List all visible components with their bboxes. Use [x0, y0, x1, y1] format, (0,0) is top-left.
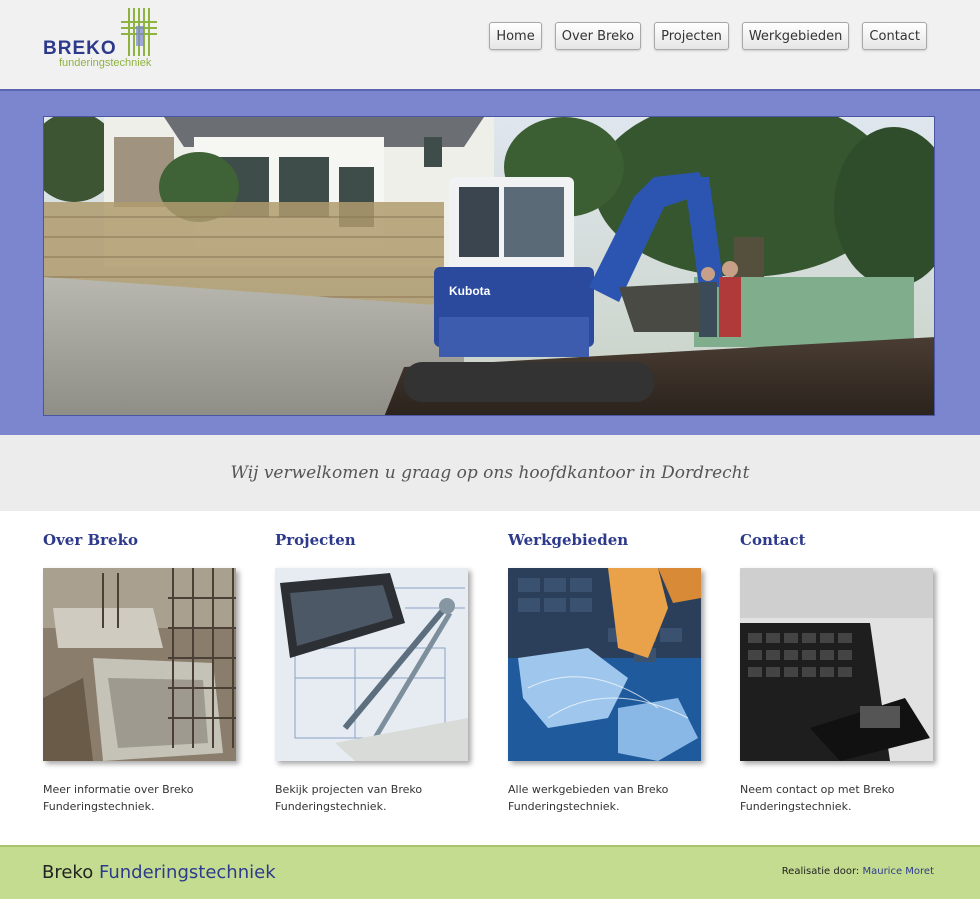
- site-header: BREKO funderingstechniek Home Over Breko…: [0, 0, 980, 89]
- svg-text:Kubota: Kubota: [449, 284, 491, 298]
- footer-credit-label: Realisatie door:: [781, 866, 860, 877]
- site-footer: Breko Funderingstechniek Realisatie door…: [0, 845, 980, 899]
- tagline-band: Wij verwelkomen u graag op ons hoofdkant…: [0, 435, 980, 511]
- tagline-text: Wij verwelkomen u graag op ons hoofdkant…: [230, 463, 750, 483]
- hero-photo-excavator: Kubota: [43, 116, 935, 416]
- footer-brand: Breko Funderingstechniek: [42, 862, 276, 883]
- over-breko-title[interactable]: Over Breko: [43, 531, 138, 549]
- projecten-image[interactable]: [275, 568, 468, 761]
- nav-home-button[interactable]: Home: [489, 22, 542, 50]
- projecten-text: Bekijk projecten van Breko Funderingstec…: [275, 783, 423, 813]
- over-breko-text: Meer informatie over Breko Funderingstec…: [43, 783, 194, 813]
- site-logo[interactable]: BREKO funderingstechniek: [43, 8, 183, 72]
- nav-projecten-button[interactable]: Projecten: [654, 22, 729, 50]
- footer-brand-name: Breko: [42, 862, 94, 883]
- main-nav: Home Over Breko Projecten Werkgebieden C…: [489, 22, 927, 50]
- footer-credit: Realisatie door: Maurice Moret: [782, 866, 934, 877]
- excavator-photo-illustration: Kubota: [44, 117, 934, 415]
- werkgebieden-title[interactable]: Werkgebieden: [508, 531, 628, 549]
- feature-section: Over Breko Meer informatie over Breko Fu…: [0, 511, 980, 845]
- footer-credit-link[interactable]: Maurice Moret: [862, 866, 934, 877]
- nav-contact-button[interactable]: Contact: [862, 22, 927, 50]
- foundation-rebar-photo: [43, 568, 236, 761]
- contact-text: Neem contact op met Breko Funderingstech…: [740, 783, 895, 813]
- logo-grid-icon: [121, 8, 157, 56]
- contact-image[interactable]: [740, 568, 933, 761]
- blueprint-compass-photo: [275, 568, 468, 761]
- keyboard-world-map-photo: [508, 568, 701, 761]
- projecten-title[interactable]: Projecten: [275, 531, 356, 549]
- hero-band: Kubota: [0, 89, 980, 435]
- werkgebieden-text: Alle werkgebieden van Breko Funderingste…: [508, 783, 669, 813]
- werkgebieden-image[interactable]: [508, 568, 701, 761]
- laptop-phone-photo: [740, 568, 933, 761]
- logo-subtitle: funderingstechniek: [59, 57, 152, 69]
- over-breko-image[interactable]: [43, 568, 236, 761]
- footer-brand-subtitle: Funderingstechniek: [98, 862, 276, 883]
- nav-werkgebieden-button[interactable]: Werkgebieden: [741, 22, 850, 50]
- nav-over-breko-button[interactable]: Over Breko: [554, 22, 642, 50]
- contact-title[interactable]: Contact: [740, 531, 806, 549]
